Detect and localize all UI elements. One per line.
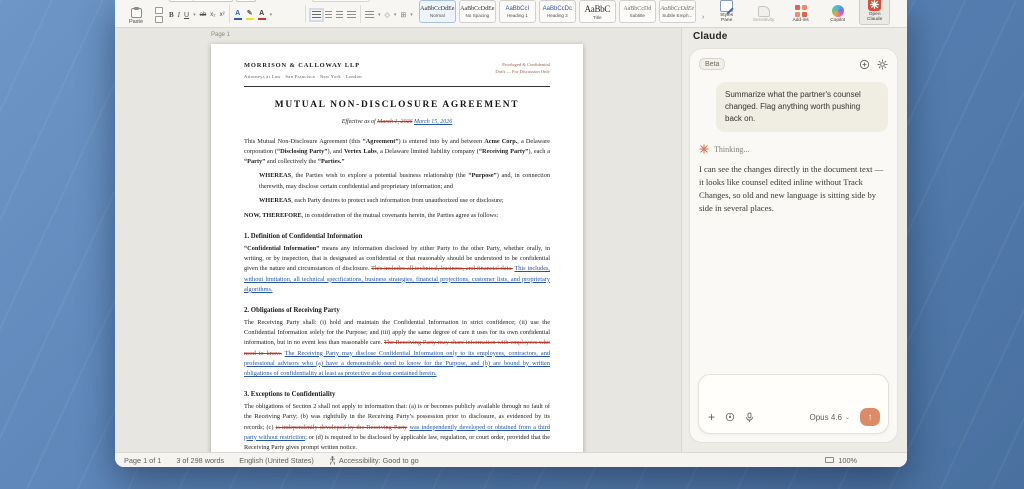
document-title: MUTUAL NON-DISCLOSURE AGREEMENT [274, 99, 520, 110]
font-color-button[interactable]: A [257, 10, 266, 20]
borders-button[interactable]: ⊞ [400, 11, 406, 19]
attach-plus-icon[interactable]: + [708, 411, 715, 423]
tools-icon[interactable] [725, 412, 735, 422]
font-cluster: Calibri (Bo... 10 B I U ▾ ab x₂ x² A ✎ A… [169, 0, 299, 25]
style-heading-1[interactable]: AaBbCcI Heading 1 [498, 0, 536, 23]
section-2-heading: 2. Obligations of Receiving Party [244, 307, 340, 315]
document-workspace: Page 1 MORRISON & CALLOWAY LLP Attorneys… [115, 28, 681, 458]
model-selector[interactable]: Opus 4.6 ⌄ [810, 413, 851, 422]
intro-paragraph: This Mutual Non-Disclosure Agreement (th… [244, 137, 551, 166]
confidential-line: Privileged & Confidential [502, 62, 550, 67]
shading-button[interactable]: ◇ [385, 11, 390, 19]
settings-gear-icon[interactable] [877, 58, 888, 70]
zoom-icon [825, 457, 835, 463]
bold-button[interactable]: B [169, 11, 174, 19]
section-3-heading: 3. Exceptions to Confidentiality [244, 391, 336, 399]
accessibility-icon [329, 455, 335, 465]
now-therefore-clause: NOW, THEREFORE, in consideration of the … [244, 211, 499, 219]
word-window: Paste Calibri (Bo... 10 B I U ▾ ab x₂ x²… [115, 0, 907, 467]
font-size-dropdown[interactable]: 10 [236, 0, 256, 2]
italic-button[interactable]: I [178, 11, 180, 19]
message-composer[interactable]: + Opus 4.6 ⌄ ↑ [698, 374, 889, 434]
paste-label: Paste [128, 19, 144, 25]
line-spacing-caret[interactable]: ▾ [378, 12, 381, 18]
page-count[interactable]: Page 1 of 1 [124, 456, 161, 465]
style-subtitle[interactable]: AaBbCcDd Subtitle [618, 0, 656, 23]
firm-name: MORRISON & CALLOWAY LLP [244, 62, 360, 69]
superscript-button[interactable]: x² [220, 12, 225, 18]
strikethrough-button[interactable]: ab [200, 12, 207, 18]
user-message: Summarize what the partner's counsel cha… [716, 82, 888, 132]
new-chat-icon[interactable] [859, 59, 870, 70]
add-ins-icon [794, 5, 807, 18]
add-ins-button[interactable]: Add-ins [785, 5, 816, 25]
section-3-body: The obligations of Section 2 shall not a… [244, 403, 550, 451]
subscript-button[interactable]: x₂ [210, 12, 215, 18]
sensitivity-button: Sensitivity [748, 6, 779, 25]
send-button[interactable]: ↑ [860, 408, 880, 426]
style-subtle-emphasis[interactable]: AaBbCcDdEe Subtle Emph... [658, 0, 696, 23]
firm-tagline: Attorneys at Law · San Francisco · New Y… [244, 74, 362, 80]
letterhead: MORRISON & CALLOWAY LLP Attorneys at Law… [244, 61, 550, 87]
text-effects-button[interactable]: A [233, 10, 242, 20]
copilot-button[interactable]: Copilot [822, 5, 853, 25]
chevron-down-icon: ⌄ [844, 414, 850, 421]
beta-badge: Beta [699, 58, 726, 70]
claude-card: Beta Summarize what the partner's counse… [689, 48, 898, 443]
align-left-button[interactable] [309, 8, 324, 22]
section-2-body: The Receiving Party shall: (i) hold and … [244, 319, 551, 377]
claude-spark-icon [699, 144, 709, 154]
page-indicator: Page 1 [211, 32, 231, 38]
whereas-clause-2: WHEREAS, each Party desires to protect s… [259, 196, 504, 204]
underline-button[interactable]: U [184, 12, 189, 19]
paragraph-cluster: ▾ ◇ ▾ ⊞ ▾ [309, 0, 413, 25]
claude-starburst-icon [868, 0, 882, 11]
effective-date-line: Effective as of March 1, 2026 March 15, … [341, 119, 453, 126]
thinking-indicator[interactable]: Thinking... [699, 144, 888, 154]
font-name-dropdown[interactable]: Calibri (Bo... [169, 0, 233, 2]
copy-icon[interactable] [155, 7, 163, 14]
styles-gallery: AaBbCcDdEe Normal AaBbCcDdEe No Spacing Aa… [418, 0, 696, 23]
claude-panel-title: Claude [693, 31, 728, 42]
copilot-icon [831, 5, 844, 18]
font-color-caret[interactable]: ▾ [270, 12, 273, 18]
gallery-more-button[interactable]: › [702, 14, 704, 21]
microphone-icon[interactable] [745, 412, 754, 423]
draft-line: Draft — For Discussion Only [495, 69, 550, 75]
sensitivity-icon [757, 6, 770, 18]
highlight-button[interactable]: ✎ [245, 10, 254, 20]
word-count[interactable]: 3 of 298 words [176, 456, 224, 465]
section-1-heading: 1. Definition of Confidential Informatio… [244, 233, 363, 241]
align-center-button[interactable] [325, 11, 332, 19]
styles-pane-icon [720, 0, 734, 12]
thinking-label: Thinking... [714, 144, 750, 154]
style-normal[interactable]: AaBbCcDdEe Normal [418, 0, 456, 23]
zoom-level[interactable]: 100% [838, 456, 857, 465]
ribbon: Paste Calibri (Bo... 10 B I U ▾ ab x₂ x²… [115, 0, 907, 28]
align-right-button[interactable] [336, 11, 343, 19]
section-1-body: “Confidential Information” means any inf… [244, 245, 551, 293]
open-claude-button[interactable]: Open Claude [859, 0, 891, 25]
assistant-response: I can see the changes directly in the do… [699, 164, 884, 214]
list-buttons[interactable] [312, 0, 370, 2]
styles-pane-button[interactable]: Styles Pane [711, 0, 742, 25]
claude-panel: Claude Beta Summarize what the partner's… [681, 28, 907, 452]
clipboard-icon [130, 7, 142, 18]
underline-caret[interactable]: ▾ [193, 12, 196, 18]
language-status[interactable]: English (United States) [239, 456, 314, 465]
document-page[interactable]: MORRISON & CALLOWAY LLP Attorneys at Law… [211, 44, 583, 458]
style-heading-2[interactable]: AaBbCcDc Heading 2 [538, 0, 576, 23]
accessibility-status[interactable]: Accessibility: Good to go [329, 456, 419, 465]
whereas-clause-1: WHEREAS, the Parties wish to explore a p… [259, 172, 550, 190]
style-title[interactable]: AaBbC Title [578, 0, 616, 23]
paste-button[interactable]: Paste [123, 7, 149, 25]
status-bar: Page 1 of 1 3 of 298 words English (Unit… [115, 452, 907, 467]
format-painter-icon[interactable] [155, 16, 163, 23]
line-spacing-button[interactable] [365, 11, 374, 19]
style-no-spacing[interactable]: AaBbCcDdEe No Spacing [458, 0, 496, 23]
justify-button[interactable] [347, 11, 356, 19]
